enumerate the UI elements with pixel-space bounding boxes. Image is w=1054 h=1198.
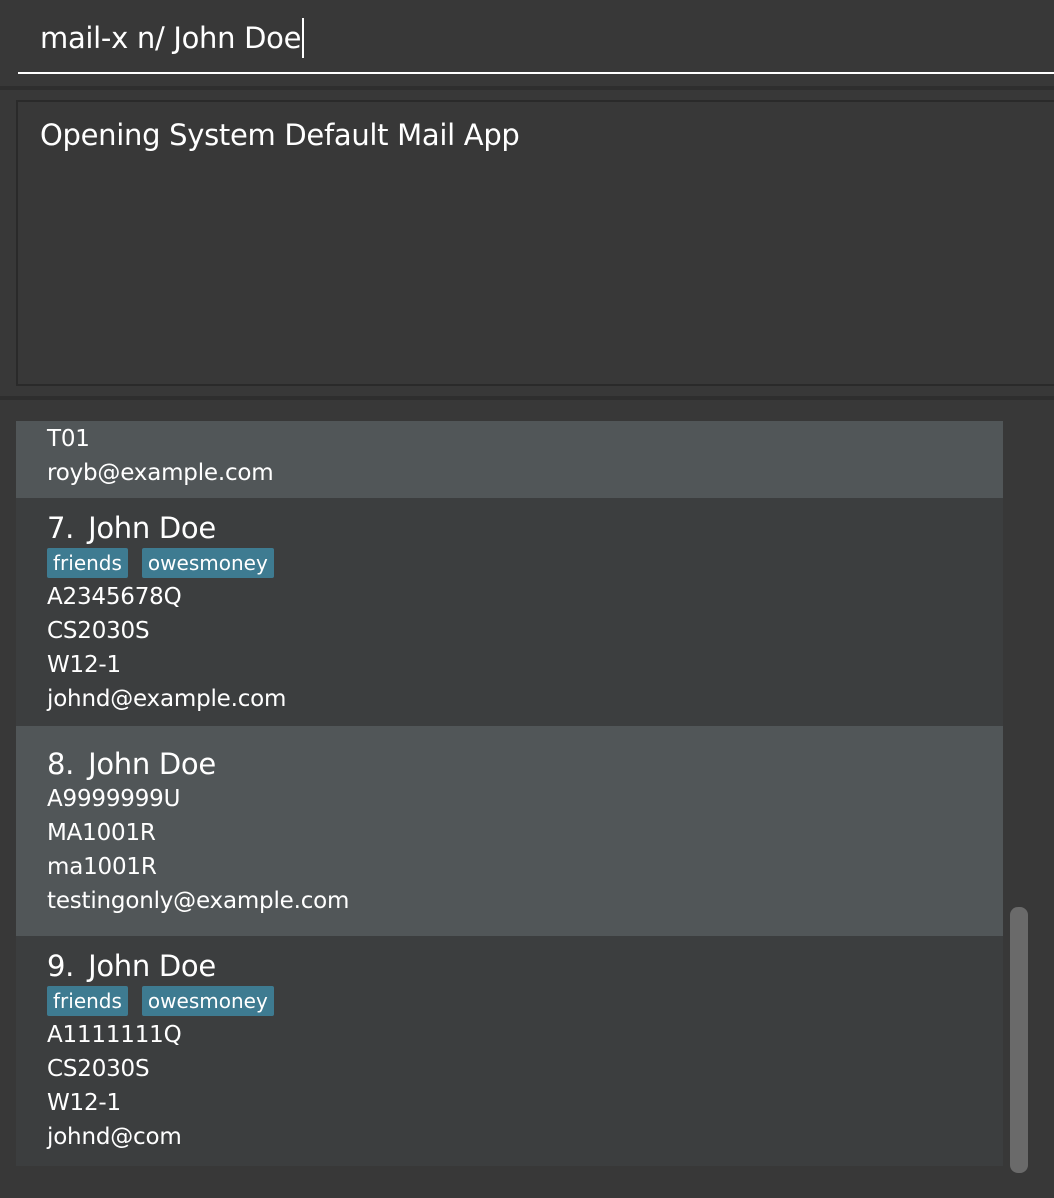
person-list-panel: T01 royb@example.com 7. John Doe friends …: [0, 402, 1054, 1198]
tag-list: friends owesmoney: [47, 986, 1003, 1016]
tag: owesmoney: [141, 986, 274, 1016]
card-field-module: MA1001R: [47, 820, 156, 846]
vertical-scrollbar[interactable]: [1008, 421, 1032, 1176]
card-index: 7.: [47, 511, 75, 545]
card-field-tutorial: ma1001R: [47, 854, 157, 880]
tag: owesmoney: [141, 548, 274, 578]
person-card[interactable]: 8. John Doe A9999999U MA1001R ma1001R tes…: [16, 726, 1003, 936]
card-field-tutorial: W12-1: [47, 652, 121, 678]
card-field-student-id: A9999999U: [47, 786, 181, 812]
text-caret: [302, 18, 305, 58]
command-input[interactable]: mail-x n/ John Doe: [18, 0, 1054, 74]
person-card[interactable]: 7. John Doe friends owesmoney A2345678Q C…: [16, 498, 1003, 726]
card-name-text: John Doe: [88, 747, 216, 781]
card-name: 8. John Doe: [47, 746, 1003, 782]
person-card[interactable]: T01 royb@example.com: [16, 421, 1003, 498]
divider: [0, 86, 1054, 90]
person-card[interactable]: 9. John Doe friends owesmoney A1111111Q C…: [16, 936, 1003, 1166]
scrollbar-thumb[interactable]: [1010, 907, 1028, 1173]
card-name-text: John Doe: [88, 511, 216, 545]
card-index: 8.: [47, 747, 75, 781]
card-name-text: John Doe: [88, 949, 216, 983]
card-field-email: johnd@com: [47, 1124, 182, 1150]
person-list[interactable]: T01 royb@example.com 7. John Doe friends …: [16, 421, 1003, 1166]
card-field-module: CS2030S: [47, 1056, 150, 1082]
command-box: mail-x n/ John Doe: [0, 0, 1054, 86]
card-field-email: johnd@example.com: [47, 686, 287, 712]
app-window: mail-x n/ John Doe Opening System Defaul…: [0, 0, 1054, 1198]
command-input-text: mail-x n/ John Doe: [40, 21, 302, 55]
card-field-tutorial: T01: [47, 426, 90, 452]
card-name: 9. John Doe: [47, 948, 1003, 984]
card-name: 7. John Doe: [47, 510, 1003, 546]
tag: friends: [47, 986, 128, 1016]
card-field-student-id: A1111111Q: [47, 1022, 182, 1048]
result-display: Opening System Default Mail App: [16, 100, 1054, 386]
card-field-email: testingonly@example.com: [47, 888, 350, 914]
tag: friends: [47, 548, 128, 578]
divider: [0, 396, 1054, 400]
tag-list: friends owesmoney: [47, 548, 1003, 578]
card-field-tutorial: W12-1: [47, 1090, 121, 1116]
result-message: Opening System Default Mail App: [40, 118, 520, 152]
card-index: 9.: [47, 949, 75, 983]
card-field-student-id: A2345678Q: [47, 584, 182, 610]
card-field-email: royb@example.com: [47, 460, 274, 486]
card-field-module: CS2030S: [47, 618, 150, 644]
